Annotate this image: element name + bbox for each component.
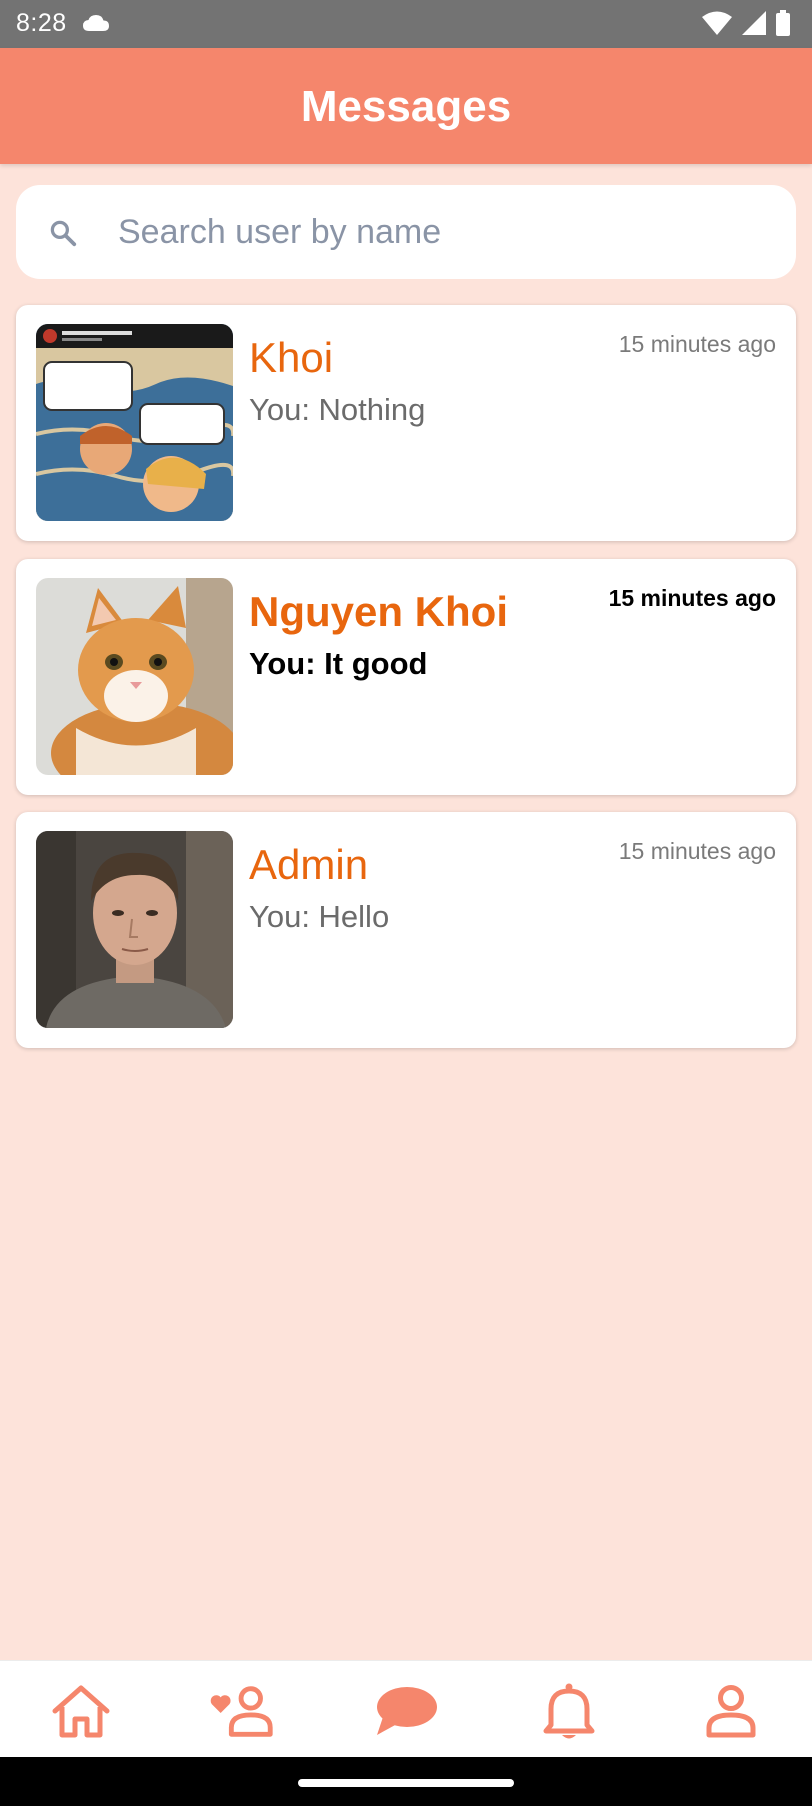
page-title: Messages bbox=[300, 82, 512, 131]
message-time: 15 minutes ago bbox=[618, 838, 776, 864]
app-header: Messages bbox=[0, 48, 812, 164]
bottom-nav bbox=[0, 1660, 812, 1757]
search-icon bbox=[50, 220, 77, 247]
wifi-icon bbox=[702, 11, 732, 35]
message-preview: You: Nothing bbox=[249, 392, 426, 427]
message-time: 15 minutes ago bbox=[608, 585, 776, 611]
friends-icon bbox=[210, 1686, 273, 1737]
home-gesture-handle[interactable] bbox=[298, 1779, 514, 1787]
avatar[interactable] bbox=[36, 831, 233, 1028]
nav-messages[interactable] bbox=[371, 1679, 441, 1743]
conversation-item[interactable]: Admin You: Hello 15 minutes ago bbox=[16, 812, 796, 1048]
avatar[interactable] bbox=[36, 578, 233, 775]
nav-notifications[interactable] bbox=[534, 1679, 604, 1743]
system-gesture-bar bbox=[0, 1757, 812, 1806]
profile-icon bbox=[706, 1685, 756, 1738]
avatar[interactable] bbox=[36, 324, 233, 521]
home-icon bbox=[52, 1685, 110, 1738]
status-time: 8:28 bbox=[16, 9, 67, 37]
contact-name: Admin bbox=[249, 841, 369, 888]
comic-meme-image bbox=[36, 324, 233, 521]
nav-friends[interactable] bbox=[208, 1679, 278, 1743]
cell-signal-icon bbox=[742, 11, 766, 35]
status-icons bbox=[702, 10, 790, 36]
status-bar: 8:28 bbox=[0, 0, 812, 48]
contact-name: Khoi bbox=[249, 334, 334, 381]
cat-photo-image bbox=[36, 578, 233, 775]
conversation-item[interactable]: Nguyen Khoi You: It good 15 minutes ago bbox=[16, 559, 796, 795]
cloud-icon bbox=[83, 15, 109, 31]
bell-icon bbox=[543, 1683, 595, 1739]
nav-home[interactable] bbox=[46, 1679, 116, 1743]
chat-icon bbox=[377, 1687, 437, 1735]
message-preview: You: It good bbox=[249, 646, 428, 681]
message-time: 15 minutes ago bbox=[618, 331, 776, 357]
man-photo-image bbox=[36, 831, 233, 1028]
conversation-item[interactable]: Khoi You: Nothing 15 minutes ago bbox=[16, 305, 796, 541]
search-input[interactable] bbox=[118, 207, 758, 257]
nav-profile[interactable] bbox=[696, 1679, 766, 1743]
contact-name: Nguyen Khoi bbox=[249, 588, 508, 635]
message-preview: You: Hello bbox=[249, 899, 390, 934]
battery-icon bbox=[776, 10, 790, 36]
search-bar[interactable] bbox=[16, 185, 796, 279]
